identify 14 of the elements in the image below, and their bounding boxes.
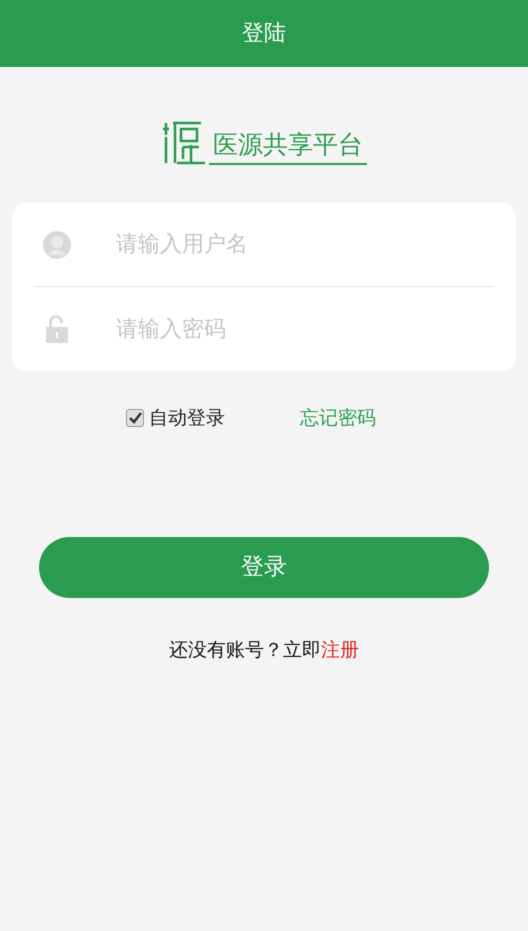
auto-login-label: 自动登录 [149,406,225,431]
header-title: 登陆 [242,20,286,48]
user-icon [42,230,72,260]
logo-mark-icon [161,119,205,165]
lock-icon [44,314,70,344]
text-field[interactable]: 请输入密码 [116,312,494,346]
login-button[interactable]: 登录 [39,536,489,598]
forgot-password-link[interactable]: 忘记密码 [300,404,376,432]
register-link[interactable]: 注册 [321,638,359,660]
checkmark-icon [128,412,142,424]
text-field[interactable]: 请输入用户名 [116,228,494,261]
auto-login-checkbox[interactable] [126,409,144,428]
register-prompt: 还没有账号？立即注册 [168,638,360,662]
logo-text: 医源共享平台 [212,130,364,160]
